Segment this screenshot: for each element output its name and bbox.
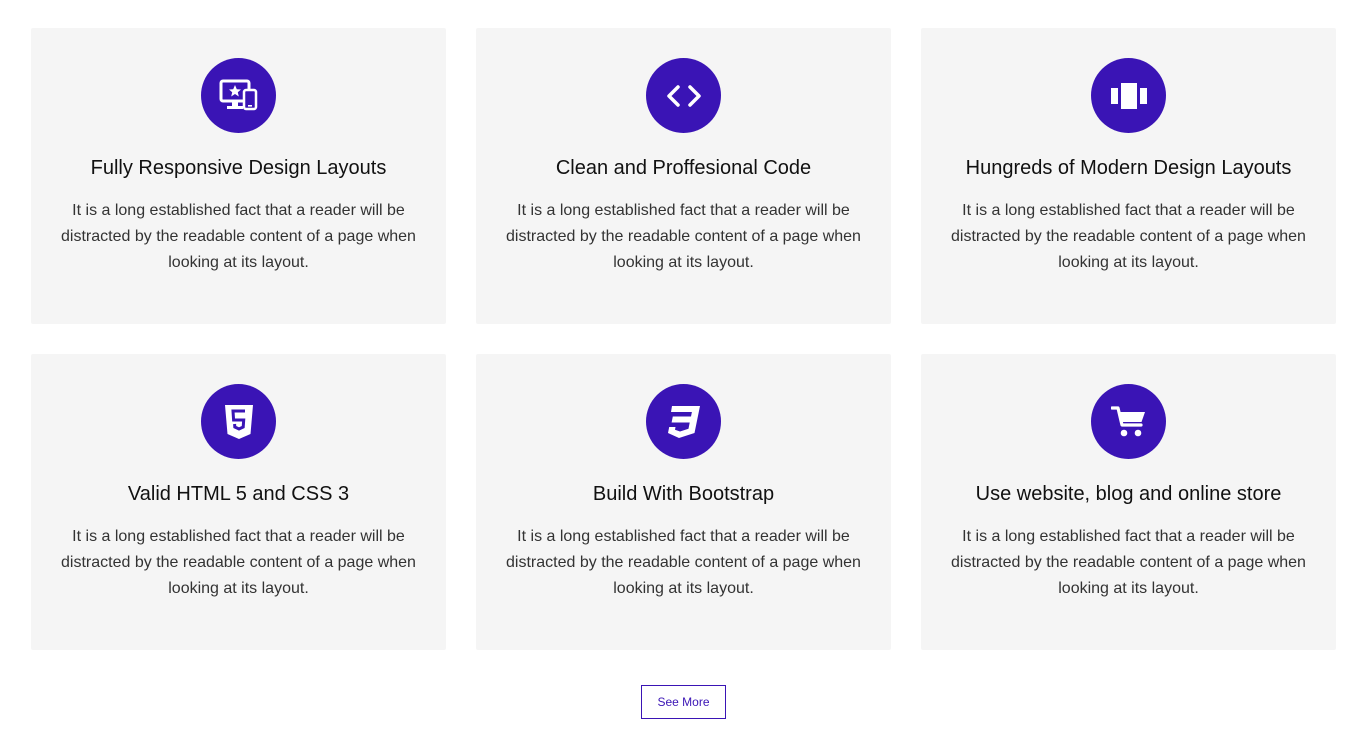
feature-description: It is a long established fact that a rea… [506, 202, 861, 271]
css3-icon [646, 384, 721, 459]
see-more-button[interactable]: See More [641, 685, 726, 719]
feature-card: Fully Responsive Design Layouts It is a … [31, 28, 446, 324]
responsive-devices-icon [201, 58, 276, 133]
layouts-icon [1091, 58, 1166, 133]
feature-card: Use website, blog and online store It is… [921, 354, 1336, 650]
feature-title: Build With Bootstrap [592, 483, 775, 505]
shopping-cart-icon [1091, 384, 1166, 459]
feature-title: Hungreds of Modern Design Layouts [965, 157, 1292, 179]
features-grid: Fully Responsive Design Layouts It is a … [31, 28, 1336, 650]
feature-title: Valid HTML 5 and CSS 3 [127, 483, 350, 505]
feature-description: It is a long established fact that a rea… [61, 528, 416, 597]
feature-description: It is a long established fact that a rea… [506, 528, 861, 597]
feature-card: Valid HTML 5 and CSS 3 It is a long esta… [31, 354, 446, 650]
feature-title: Fully Responsive Design Layouts [90, 157, 387, 179]
html5-icon [201, 384, 276, 459]
feature-description: It is a long established fact that a rea… [61, 202, 416, 271]
feature-title: Use website, blog and online store [975, 483, 1282, 505]
feature-card: Clean and Proffesional Code It is a long… [476, 28, 891, 324]
feature-description: It is a long established fact that a rea… [951, 202, 1306, 271]
feature-card: Hungreds of Modern Design Layouts It is … [921, 28, 1336, 324]
code-icon [646, 58, 721, 133]
feature-card: Build With Bootstrap It is a long establ… [476, 354, 891, 650]
feature-description: It is a long established fact that a rea… [951, 528, 1306, 597]
feature-title: Clean and Proffesional Code [555, 157, 812, 179]
